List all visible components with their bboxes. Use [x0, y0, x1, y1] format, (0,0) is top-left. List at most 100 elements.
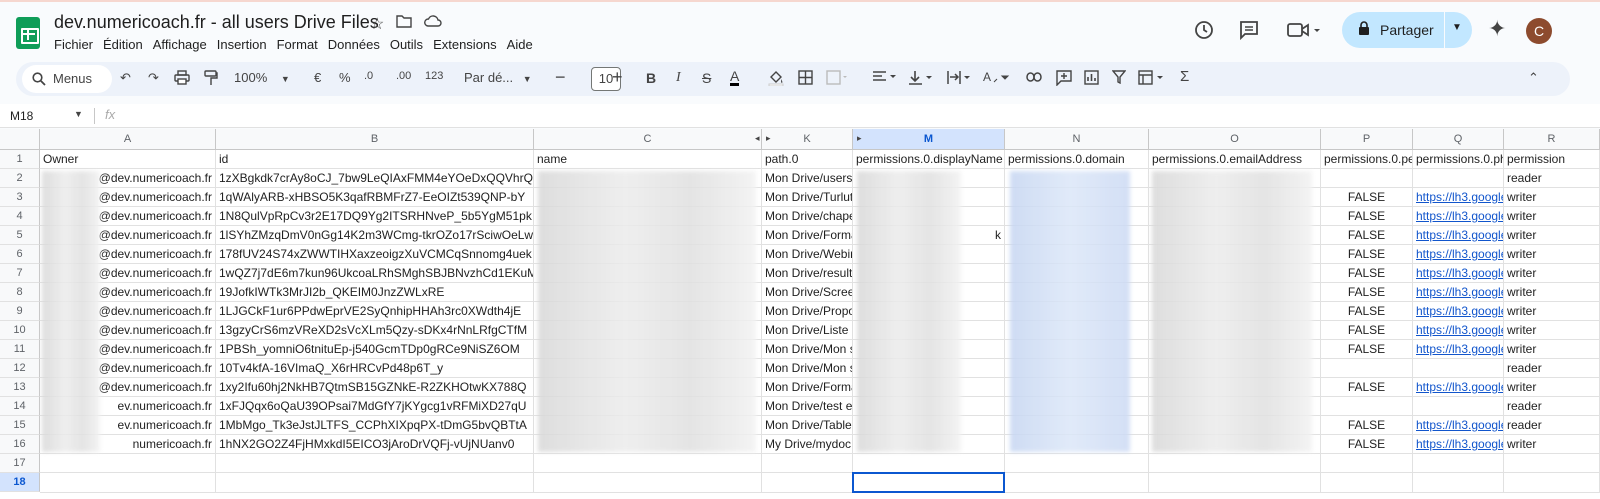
- empty-cell[interactable]: [1321, 454, 1413, 473]
- empty-cell[interactable]: [216, 454, 534, 473]
- menu-outils[interactable]: Outils: [390, 37, 430, 52]
- path-cell[interactable]: My Drive/mydoc: [762, 435, 853, 454]
- photo-link-cell[interactable]: https://lh3.google: [1413, 264, 1504, 283]
- row-header-13[interactable]: 13: [0, 378, 40, 397]
- borders-icon[interactable]: [798, 70, 813, 88]
- role-cell[interactable]: writer: [1504, 321, 1600, 340]
- permission-pe-cell[interactable]: FALSE: [1321, 207, 1413, 226]
- permission-pe-cell[interactable]: FALSE: [1321, 226, 1413, 245]
- empty-cell[interactable]: [534, 473, 762, 493]
- permission-pe-cell[interactable]: FALSE: [1321, 416, 1413, 435]
- header-cell[interactable]: permissions.0.emailAddress: [1149, 150, 1321, 169]
- row-header-8[interactable]: 8: [0, 283, 40, 302]
- permission-pe-cell[interactable]: FALSE: [1321, 188, 1413, 207]
- role-cell[interactable]: writer: [1504, 188, 1600, 207]
- empty-cell[interactable]: [1005, 473, 1149, 493]
- header-cell[interactable]: id: [216, 150, 534, 169]
- permission-pe-cell[interactable]: [1321, 397, 1413, 416]
- empty-cell[interactable]: [1504, 473, 1600, 493]
- menu-edition[interactable]: Édition: [103, 37, 150, 52]
- text-wrapping-icon[interactable]: [946, 70, 972, 88]
- align-left-icon[interactable]: [872, 70, 898, 87]
- role-cell[interactable]: writer: [1504, 226, 1600, 245]
- path-cell[interactable]: Mon Drive/Webin: [762, 245, 853, 264]
- meet-video-icon[interactable]: [1286, 20, 1320, 46]
- hidden-columns-arrow-icon[interactable]: ▸: [766, 133, 771, 144]
- menu-aide[interactable]: Aide: [507, 37, 540, 52]
- row-header-12[interactable]: 12: [0, 359, 40, 378]
- empty-cell[interactable]: [40, 454, 216, 473]
- path-cell[interactable]: Mon Drive/Forma: [762, 226, 853, 245]
- row-header-18[interactable]: 18: [0, 473, 40, 492]
- decrease-font-size-button[interactable]: −: [555, 67, 566, 88]
- id-cell[interactable]: 1xy2Ifu60hj2NkHB7QtmSB15GZNkE-R2ZKHOtwKX…: [216, 378, 534, 397]
- empty-cell[interactable]: [1149, 473, 1321, 493]
- path-cell[interactable]: Mon Drive/Forma: [762, 378, 853, 397]
- hidden-columns-arrow-icon[interactable]: ▸: [857, 133, 862, 144]
- role-cell[interactable]: writer: [1504, 340, 1600, 359]
- empty-cell[interactable]: [853, 454, 1005, 473]
- formula-input[interactable]: [130, 104, 1590, 128]
- role-cell[interactable]: reader: [1504, 416, 1600, 435]
- menu-extensions[interactable]: Extensions: [433, 37, 504, 52]
- history-icon[interactable]: [1193, 19, 1215, 47]
- photo-link-cell[interactable]: https://lh3.google: [1413, 245, 1504, 264]
- path-cell[interactable]: Mon Drive/test ex: [762, 397, 853, 416]
- header-cell[interactable]: permissions.0.displayName: [853, 150, 1005, 169]
- strikethrough-button[interactable]: S: [702, 70, 711, 86]
- vertical-align-icon[interactable]: [908, 70, 934, 88]
- id-cell[interactable]: 178fUV24S74xZWWTIHXaxzeoigzXuVCMCqSnnomg…: [216, 245, 534, 264]
- permission-pe-cell[interactable]: FALSE: [1321, 245, 1413, 264]
- row-header-1[interactable]: 1: [0, 150, 40, 169]
- insert-comment-icon[interactable]: [1056, 70, 1072, 89]
- photo-link-cell[interactable]: [1413, 397, 1504, 416]
- photo-link-cell[interactable]: [1413, 169, 1504, 188]
- decrease-decimal-button[interactable]: .0: [364, 70, 373, 82]
- increase-decimal-button[interactable]: .00: [396, 70, 411, 82]
- menu-insertion[interactable]: Insertion: [217, 37, 274, 52]
- account-avatar[interactable]: C: [1526, 18, 1552, 44]
- id-cell[interactable]: 1LJGCkF1ur6PPdwEprVE2SyQnhipHHAh3rc0XWdt…: [216, 302, 534, 321]
- row-header-14[interactable]: 14: [0, 397, 40, 416]
- header-cell[interactable]: name: [534, 150, 762, 169]
- role-cell[interactable]: writer: [1504, 435, 1600, 454]
- font-family-select[interactable]: Par dé... ▼: [464, 70, 532, 85]
- id-cell[interactable]: 10Tv4kfA-16VImaQ_X6rHRCvPd48p6T_y: [216, 359, 534, 378]
- permission-pe-cell[interactable]: [1321, 169, 1413, 188]
- currency-format-button[interactable]: €: [314, 70, 321, 85]
- id-cell[interactable]: 1MbMgo_Tk3eJstJLTFS_CCPhXIXpqPX-tDmG5bvQ…: [216, 416, 534, 435]
- path-cell[interactable]: Mon Drive/users: [762, 169, 853, 188]
- name-box[interactable]: M18: [10, 109, 33, 123]
- insert-chart-icon[interactable]: [1084, 70, 1099, 88]
- comments-icon[interactable]: [1238, 19, 1260, 47]
- row-header-7[interactable]: 7: [0, 264, 40, 283]
- permission-pe-cell[interactable]: FALSE: [1321, 340, 1413, 359]
- path-cell[interactable]: Mon Drive/Propo: [762, 302, 853, 321]
- column-header-n[interactable]: N: [1005, 129, 1149, 150]
- role-cell[interactable]: writer: [1504, 207, 1600, 226]
- header-cell[interactable]: permissions.0.ph: [1413, 150, 1504, 169]
- path-cell[interactable]: Mon Drive/Turlut: [762, 188, 853, 207]
- document-title[interactable]: dev.numericoach.fr - all users Drive Fil…: [54, 12, 379, 33]
- photo-link-cell[interactable]: https://lh3.google: [1413, 283, 1504, 302]
- row-header-6[interactable]: 6: [0, 245, 40, 264]
- fill-color-icon[interactable]: [768, 70, 784, 89]
- share-button[interactable]: Partager ▼: [1342, 12, 1472, 48]
- row-header-17[interactable]: 17: [0, 454, 40, 473]
- empty-cell[interactable]: [1149, 454, 1321, 473]
- column-header-q[interactable]: Q: [1413, 129, 1504, 150]
- header-cell[interactable]: permissions.0.pe: [1321, 150, 1413, 169]
- column-header-b[interactable]: B: [216, 129, 534, 150]
- row-header-3[interactable]: 3: [0, 188, 40, 207]
- photo-link-cell[interactable]: https://lh3.google: [1413, 416, 1504, 435]
- undo-icon[interactable]: ↶: [120, 70, 131, 86]
- permission-pe-cell[interactable]: FALSE: [1321, 435, 1413, 454]
- select-all-corner[interactable]: [0, 129, 40, 150]
- photo-link-cell[interactable]: https://lh3.google: [1413, 435, 1504, 454]
- column-header-r[interactable]: R: [1504, 129, 1600, 150]
- move-folder-icon[interactable]: [396, 14, 413, 34]
- photo-link-cell[interactable]: https://lh3.google: [1413, 302, 1504, 321]
- role-cell[interactable]: reader: [1504, 169, 1600, 188]
- empty-cell[interactable]: [1005, 454, 1149, 473]
- path-cell[interactable]: Mon Drive/Mon su: [762, 359, 853, 378]
